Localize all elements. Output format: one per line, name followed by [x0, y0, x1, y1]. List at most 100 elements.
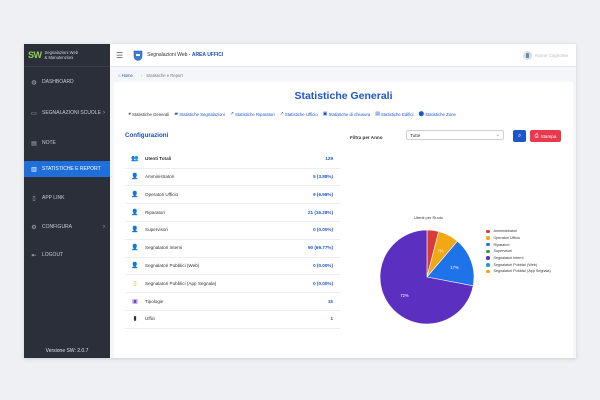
pie-data-label: 72%: [400, 293, 409, 298]
stat-row: 👥 Utenti Totali 129: [125, 150, 340, 169]
brand[interactable]: SW Segnalazioni Web & Manutenzioni: [24, 44, 110, 67]
stat-icon: ▮: [133, 316, 137, 323]
home-icon: ⌂: [118, 73, 121, 78]
chart-icon: ▥: [31, 166, 37, 173]
stat-value: 1: [330, 316, 333, 322]
area-name: AREA UFFICI: [191, 52, 224, 58]
avatar: [523, 50, 533, 60]
tab-statistiche-edifici[interactable]: ▤ Statistiche Edifici: [375, 111, 413, 117]
tab-statistiche-riparatori[interactable]: ↗ Statistiche Riparatori: [230, 111, 275, 117]
stat-value: 9 (6.98%): [313, 191, 333, 197]
tab-statistiche-segnalazioni[interactable]: ▰ Statistiche Segnalazioni: [174, 111, 224, 117]
tab-statistiche-ufficio[interactable]: ↗ Statistiche Ufficio: [280, 111, 318, 117]
legend-swatch: [486, 249, 490, 254]
stat-value: 0 (0.00%): [313, 227, 333, 233]
sidebar-item-configura[interactable]: ⚙ CONFIGURA ›: [24, 219, 110, 235]
stat-value: 0 (0.00%): [313, 263, 333, 269]
sidebar-item-label: CONFIGURA: [42, 224, 72, 230]
sidebar-item-segnalazioni-scuole[interactable]: ▭ SEGNALAZIONI SCUOLE ›: [24, 105, 110, 121]
sidebar-item-label: NOTE: [42, 140, 56, 146]
tab-icon: ▣: [322, 111, 328, 117]
sidebar-item-logout[interactable]: ⇤ LOGOUT: [24, 247, 110, 263]
legend-item[interactable]: Amministratori: [486, 228, 551, 235]
stat-value: 5 (3.88%): [313, 174, 333, 180]
chevron-right-icon: ›: [103, 110, 105, 116]
legend-item[interactable]: Riparatori: [486, 241, 551, 248]
year-select[interactable]: Tutte ⌄: [406, 130, 504, 140]
chevron-right-icon: ›: [103, 224, 105, 230]
tab-statistiche-generali[interactable]: ◕ Statistiche Generali: [128, 111, 169, 117]
legend-label: Segnalatori Interni: [493, 256, 524, 261]
tab-statistiche-zone[interactable]: ⬤ Statistiche Zone: [418, 111, 455, 117]
stat-icon: ▯: [133, 280, 137, 287]
top-header: ☰ Segnalazioni Web - AREA UFFICI Nome Co…: [110, 44, 576, 67]
stat-icon: 👤: [131, 174, 139, 181]
stat-label: Riparatori: [145, 209, 165, 215]
stat-icon: 👥: [131, 156, 139, 163]
stat-value: 90 (69.77%): [307, 245, 333, 251]
legend-label: Supervisori: [493, 249, 512, 254]
sidebar-item-label: APP LINK: [42, 195, 65, 201]
stat-value: 21 (16.28%): [307, 209, 333, 215]
stat-label: Segnalatori Pubblici (App Segnala): [145, 280, 217, 286]
tab-label: Statistiche Generali: [132, 111, 170, 117]
logout-icon: ⇤: [31, 252, 37, 259]
legend-swatch: [486, 229, 490, 234]
sidebar-item-label: LOGOUT: [42, 252, 64, 258]
legend-item[interactable]: Segnalatori Pubblici (App Segnala): [486, 268, 551, 275]
stat-value: 129: [325, 156, 333, 162]
legend-item[interactable]: Supervisori: [486, 248, 551, 255]
legend-swatch: [486, 269, 490, 274]
legend-item[interactable]: Segnalatori Pubblici (Web): [486, 261, 551, 268]
search-icon: ⌕: [517, 132, 522, 139]
stat-row: 👤 Segnalatori Pubblici (Web) 0 (0.00%): [125, 257, 340, 276]
legend-item[interactable]: Operatori Ufficio: [486, 235, 551, 242]
stat-row: ▣ Tipologie 15: [125, 292, 340, 311]
stat-label: Uffici: [145, 316, 156, 322]
legend-item[interactable]: Segnalatori Interni: [486, 255, 551, 262]
brand-logo: SW: [28, 50, 42, 60]
print-button[interactable]: ⎙ Stampa: [530, 130, 561, 142]
sidebar-item-statistiche-e-report[interactable]: ▥ STATISTICHE E REPORT: [24, 161, 110, 177]
tab-label: Statistiche Ufficio: [284, 111, 318, 117]
sidebar-item-label: DASHBOARD: [42, 79, 74, 85]
breadcrumb-home[interactable]: ⌂ Home: [118, 73, 133, 78]
dashboard-icon: ◍: [31, 79, 37, 86]
stat-label: Segnalatori Interni: [145, 245, 183, 251]
stat-label: Segnalatori Pubblici (Web): [145, 263, 200, 269]
message-icon: ▭: [31, 110, 37, 117]
user-menu[interactable]: Nome Cognome: [523, 50, 568, 60]
legend-swatch: [486, 263, 490, 267]
stat-row: 👤 Amministratori 5 (3.88%): [125, 168, 340, 187]
legend-swatch: [486, 236, 490, 240]
stat-row: 👤 Operatori Ufficio 9 (6.98%): [125, 186, 340, 205]
pie-chart: 7% 17% 72%: [379, 229, 475, 325]
legend-swatch: [486, 256, 490, 260]
legend-label: Segnalatori Pubblici (Web): [493, 262, 538, 267]
gear-icon: ⚙: [31, 224, 37, 231]
sidebar: SW Segnalazioni Web & Manutenzioni ◍ DASH…: [24, 44, 110, 358]
tab-label: Statistiche di chiusura: [328, 111, 371, 117]
notes-icon: ▤: [31, 140, 37, 147]
user-name: Nome Cognome: [535, 52, 568, 58]
stat-icon: 👤: [131, 245, 139, 252]
print-label: Stampa: [540, 133, 557, 139]
tab-label: Statistiche Edifici: [381, 111, 414, 117]
tab-statistiche-di-chiusura[interactable]: ▣ Statistiche di chiusura: [323, 111, 371, 117]
stat-label: Amministratori: [145, 174, 175, 180]
sidebar-item-app-link[interactable]: ▯ APP LINK: [24, 190, 110, 206]
sidebar-item-dashboard[interactable]: ◍ DASHBOARD: [24, 74, 110, 90]
search-button[interactable]: ⌕: [513, 130, 526, 142]
legend-label: Operatori Ufficio: [493, 236, 521, 241]
legend-swatch: [486, 242, 490, 247]
legend-label: Segnalatori Pubblici (App Segnala): [493, 269, 551, 274]
stat-icon: 👤: [131, 227, 139, 234]
sidebar-item-note[interactable]: ▤ NOTE: [24, 135, 110, 151]
stat-row: 👤 Supervisori 0 (0.00%): [125, 221, 340, 240]
stat-row: 👤 Riparatori 21 (16.28%): [125, 203, 340, 222]
menu-toggle-icon[interactable]: ☰: [116, 51, 123, 60]
stat-value: 15: [327, 298, 333, 304]
tab-icon: ◕: [128, 111, 132, 117]
breadcrumb-current: Statistiche e Report: [146, 73, 183, 78]
stat-icon: 👤: [131, 191, 139, 198]
